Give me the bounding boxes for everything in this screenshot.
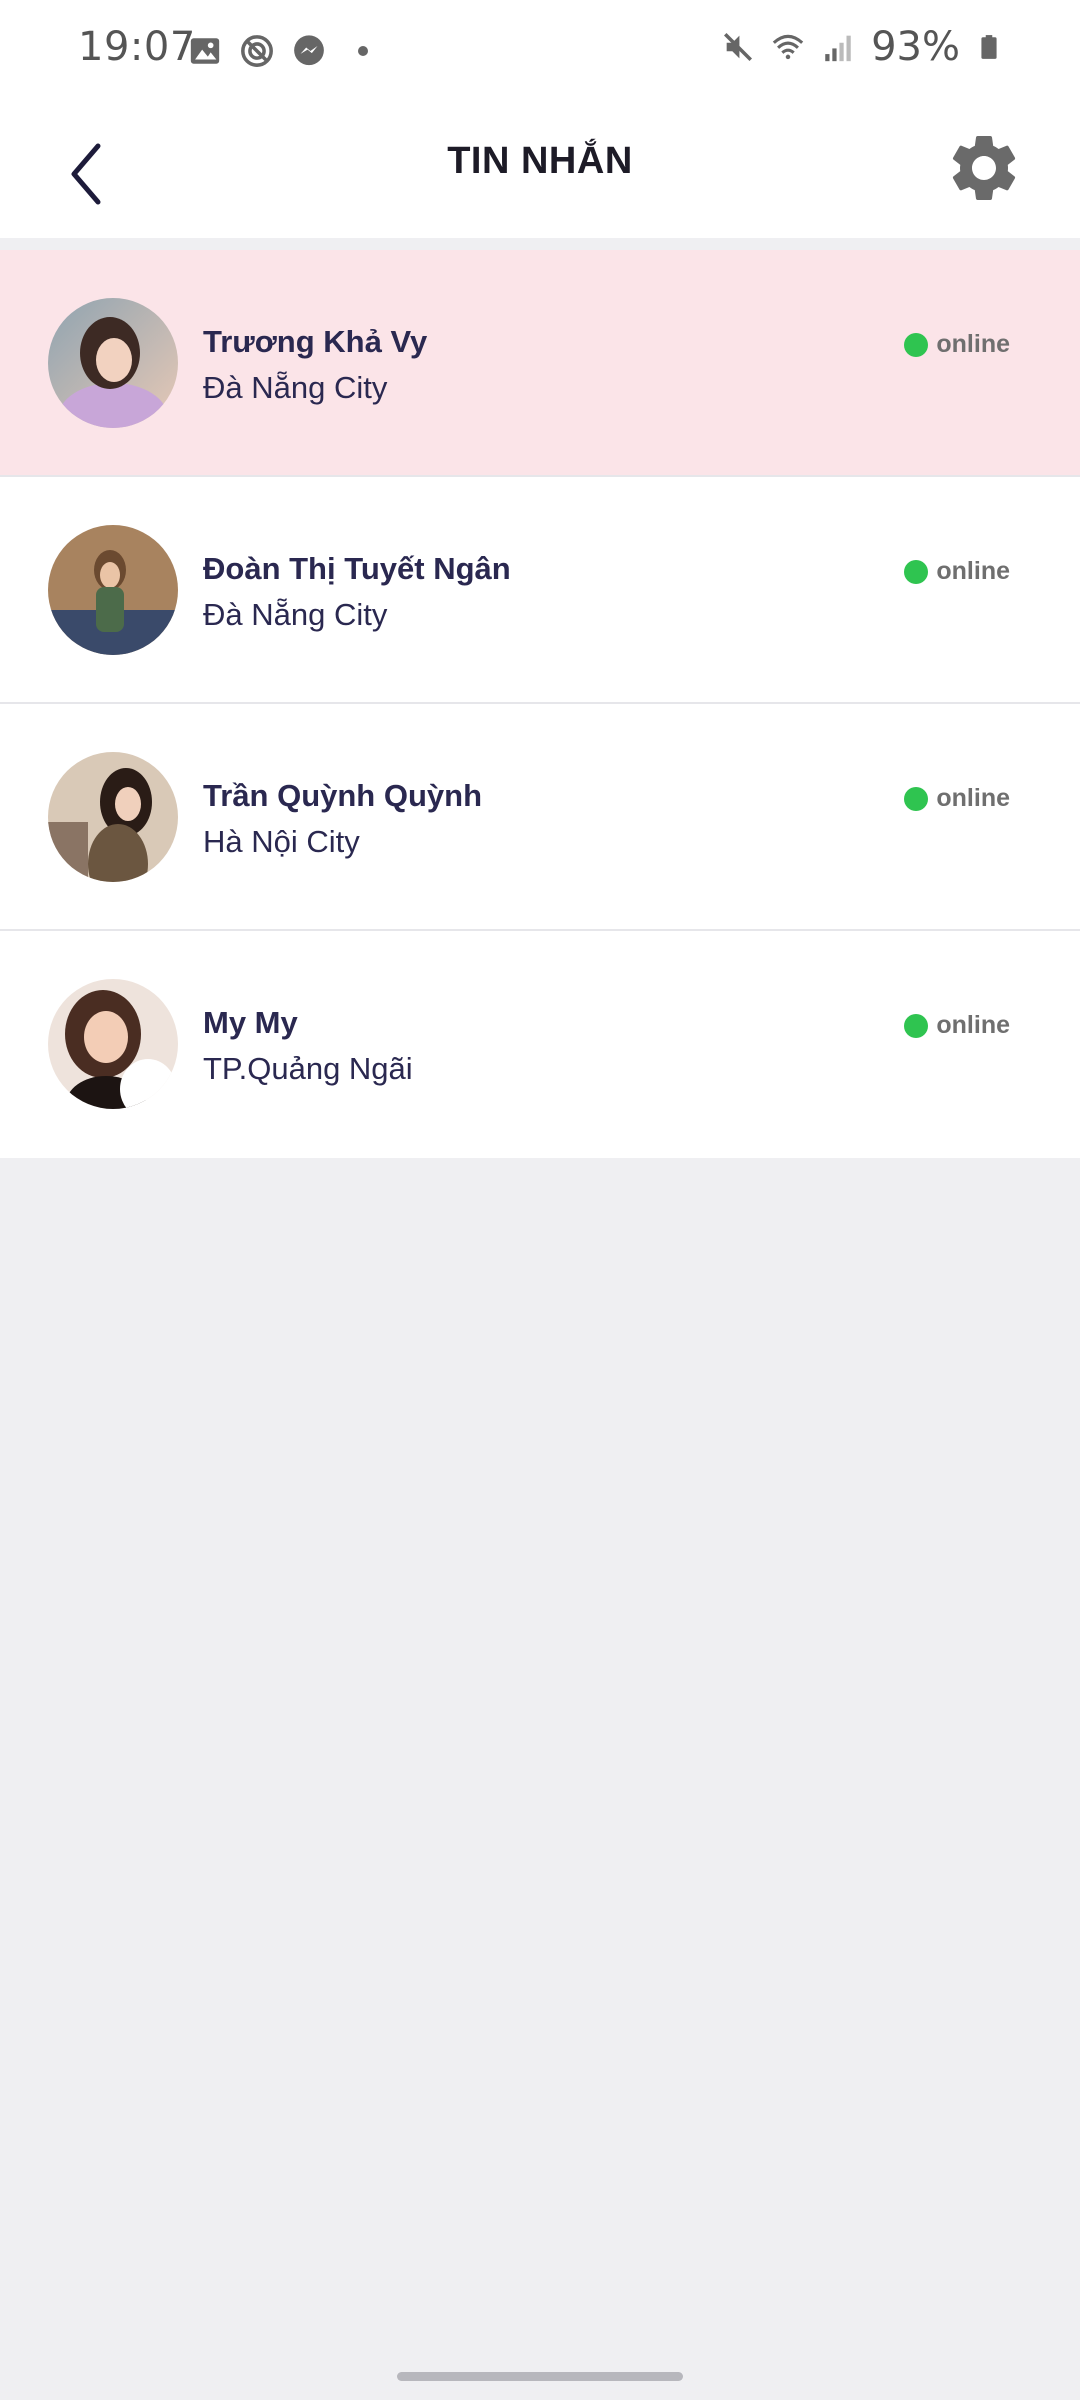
conversation-row[interactable]: Trần Quỳnh Quỳnh Hà Nội City online	[0, 704, 1080, 931]
conversation-list: Trương Khả Vy Đà Nẵng City online Đoàn T…	[0, 250, 1080, 1158]
status-time: 19:07	[78, 24, 196, 70]
online-dot-icon	[904, 559, 929, 584]
status-badge: online	[904, 330, 1010, 359]
status-text: online	[936, 557, 1010, 585]
contact-name: My My	[203, 1005, 298, 1040]
signal-icon	[825, 35, 851, 62]
avatar	[48, 298, 178, 428]
conversation-row[interactable]: Đoàn Thị Tuyết Ngân Đà Nẵng City online	[0, 477, 1080, 704]
status-right-icons: 93%	[721, 24, 1002, 70]
mute-icon	[724, 32, 753, 62]
status-text: online	[936, 784, 1010, 812]
online-dot-icon	[904, 332, 929, 357]
contact-name: Trương Khả Vy	[203, 324, 428, 359]
contact-name: Đoàn Thị Tuyết Ngân	[203, 551, 511, 586]
contact-city: TP.Quảng Ngãi	[203, 1051, 413, 1086]
status-badge: online	[904, 557, 1010, 586]
online-dot-icon	[904, 786, 929, 811]
no-sync-icon	[241, 35, 273, 67]
status-left-icons	[188, 34, 368, 68]
contact-city: Đà Nẵng City	[203, 370, 388, 405]
conversation-row[interactable]: My My TP.Quảng Ngãi online	[0, 931, 1080, 1158]
avatar	[48, 525, 178, 655]
app-header: TIN NHẮN	[0, 110, 1080, 238]
status-badge: online	[904, 784, 1010, 813]
status-badge: online	[904, 1011, 1010, 1040]
messenger-icon	[294, 35, 324, 66]
avatar	[48, 752, 178, 882]
contact-city: Hà Nội City	[203, 824, 360, 859]
online-dot-icon	[904, 1013, 929, 1038]
contact-name: Trần Quỳnh Quỳnh	[203, 778, 483, 813]
conversation-row[interactable]: Trương Khả Vy Đà Nẵng City online	[0, 250, 1080, 477]
settings-button[interactable]	[944, 128, 1024, 208]
avatar	[48, 979, 178, 1109]
status-text: online	[936, 330, 1010, 358]
battery-icon	[981, 35, 997, 59]
home-indicator[interactable]	[397, 2372, 683, 2381]
contact-city: Đà Nẵng City	[203, 597, 388, 632]
notification-dot-icon	[358, 46, 368, 56]
page-title: TIN NHẮN	[447, 140, 633, 182]
wifi-icon	[772, 34, 804, 60]
status-text: online	[936, 1011, 1010, 1039]
image-icon	[190, 38, 220, 64]
battery-percentage: 93%	[871, 24, 960, 70]
status-bar: 19:07 93%	[0, 0, 1080, 110]
gear-icon	[952, 136, 1016, 200]
